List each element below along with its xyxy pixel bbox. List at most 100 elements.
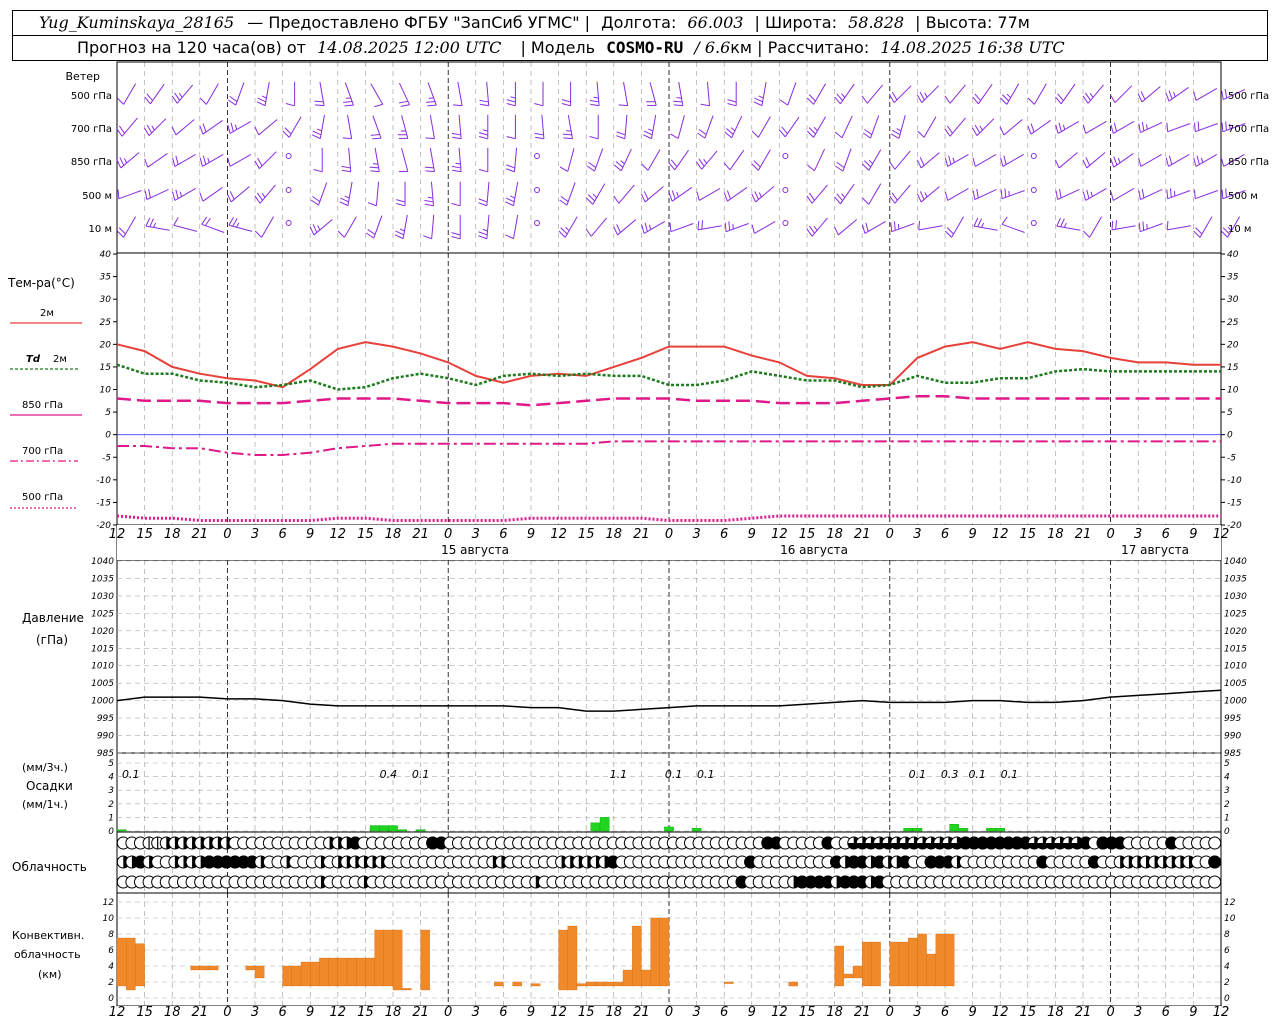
wind-barb-shaft — [1006, 83, 1020, 105]
wind-barb-flag — [781, 126, 788, 135]
wind-barb-flag — [946, 125, 953, 134]
precip-ytick-label: 4 — [1224, 773, 1230, 783]
conv-ytick-label: 0 — [1224, 994, 1230, 1004]
wind-barb-flag — [1055, 190, 1059, 200]
wind-barb-flag — [229, 191, 235, 200]
precip-ytick-label: 1 — [1224, 813, 1230, 823]
wind-calm-circle — [285, 153, 292, 159]
wind-barb-flag — [1090, 191, 1093, 197]
pressure-unit: (гПа) — [36, 633, 68, 647]
wind-barb-shaft — [258, 119, 278, 136]
precip-bar — [949, 824, 959, 832]
conv-bar — [420, 929, 430, 991]
wind-barb-shaft — [230, 186, 250, 203]
precip-ytick-label: 2 — [1224, 800, 1230, 810]
hour-tick-label: 15 — [578, 1005, 595, 1020]
conv-bar — [871, 941, 881, 987]
hour-tick-label: 3 — [1134, 527, 1142, 542]
wind-barb-shaft — [228, 224, 253, 232]
hour-tick-label: 3 — [1134, 1005, 1142, 1020]
wind-barb-flag — [1055, 96, 1062, 105]
wind-barb-shaft — [1167, 225, 1191, 231]
wind-barb-flag — [395, 230, 405, 236]
wind-barb-flag — [726, 128, 734, 135]
wind-barb-shaft — [674, 149, 689, 171]
hour-tick-label: 15 — [357, 1005, 374, 1020]
conv-bar — [908, 937, 918, 987]
wind-barb-flag — [341, 169, 351, 173]
wind-barb-flag — [559, 199, 568, 206]
wind-barb-flag — [979, 125, 983, 131]
wind-barb-flag — [806, 130, 814, 138]
precip-bar — [664, 826, 674, 832]
conv-bar — [944, 933, 955, 987]
wind-barb-flag — [613, 226, 618, 236]
temp-ytick-label: 15 — [100, 363, 112, 373]
wind-barb-flag — [452, 169, 462, 173]
wind-barb-shaft — [870, 115, 880, 139]
wind-barb-shaft — [623, 81, 629, 106]
wind-barb-flag — [394, 234, 404, 240]
wind-barb-flag — [724, 131, 732, 139]
wind-calm-circle — [534, 153, 540, 159]
wind-barb-flag — [753, 160, 761, 168]
wind-barb-flag — [592, 193, 597, 199]
wind-barb-shaft — [264, 81, 270, 106]
wind-barb-shaft — [920, 186, 940, 203]
wind-barb-shaft — [347, 181, 353, 206]
wind-barb-flag — [453, 104, 463, 107]
temp-ytick-label: 25 — [100, 318, 112, 328]
wind-barb-flag — [640, 193, 646, 203]
conv-bar — [254, 965, 265, 979]
temp-ytick-label: -10 — [1227, 476, 1242, 486]
wind-barb-flag — [316, 128, 322, 132]
wind-barb-flag — [366, 232, 374, 239]
conv-title-1: Конвективн. — [12, 929, 84, 942]
temp-ytick-label: 40 — [1227, 250, 1239, 260]
hour-tick-label: 18 — [826, 527, 843, 542]
wind-barb-shaft — [1168, 87, 1189, 102]
conv-ytick-label: 4 — [1224, 962, 1230, 972]
wind-barb-flag — [696, 191, 700, 201]
wind-barb-flag — [891, 129, 901, 136]
wind-calm-circle — [782, 220, 789, 226]
wind-barb-flag — [700, 103, 710, 107]
pressure-ytick-label: 1005 — [91, 679, 114, 689]
hour-tick-label: 6 — [720, 1005, 728, 1020]
hour-tick-label: 12 — [109, 1005, 126, 1020]
wind-barb-shaft — [1112, 187, 1135, 201]
precip-bar — [397, 829, 408, 832]
pressure-ytick-label: 1020 — [91, 627, 114, 637]
wind-level-700hpa-right: 700 гПа — [1228, 124, 1269, 135]
wind-barb-flag — [834, 96, 841, 105]
wind-barb-flag — [451, 202, 461, 207]
wind-barb-flag — [144, 158, 149, 168]
hour-tick-label: 9 — [306, 527, 314, 542]
precip-ytick-label: 0 — [1224, 827, 1230, 837]
wind-barb-flag — [727, 99, 737, 103]
wind-barb-shaft — [373, 215, 383, 239]
pressure-ytick-label: 995 — [1224, 714, 1241, 724]
wind-barb-flag — [1220, 230, 1228, 238]
wind-barb-flag — [889, 161, 896, 170]
precip-ytick-label: 4 — [108, 773, 114, 783]
wind-barb-flag — [588, 161, 597, 168]
wind-barb-flag — [697, 132, 706, 139]
wind-barb-flag — [1110, 94, 1116, 103]
wind-barb-flag — [171, 126, 177, 136]
wind-barb-flag — [614, 164, 622, 172]
precip-ytick-label: 3 — [108, 786, 114, 796]
wind-barb-shaft — [564, 216, 578, 238]
wind-barb-flag — [981, 222, 985, 228]
wind-barb-flag — [478, 202, 488, 207]
wind-barb-shaft — [1112, 120, 1135, 134]
wind-barb-shaft — [868, 183, 882, 205]
pressure-ytick-label: 985 — [97, 749, 114, 759]
wind-barb-shaft — [370, 83, 384, 105]
wind-barb-flag — [254, 195, 261, 204]
wind-barb-shaft — [651, 114, 657, 139]
pressure-ytick-label: 995 — [97, 714, 114, 724]
wind-barb-flag — [1193, 230, 1201, 238]
wind-barb-flag — [1030, 123, 1035, 133]
wind-barb-flag — [1082, 159, 1088, 169]
